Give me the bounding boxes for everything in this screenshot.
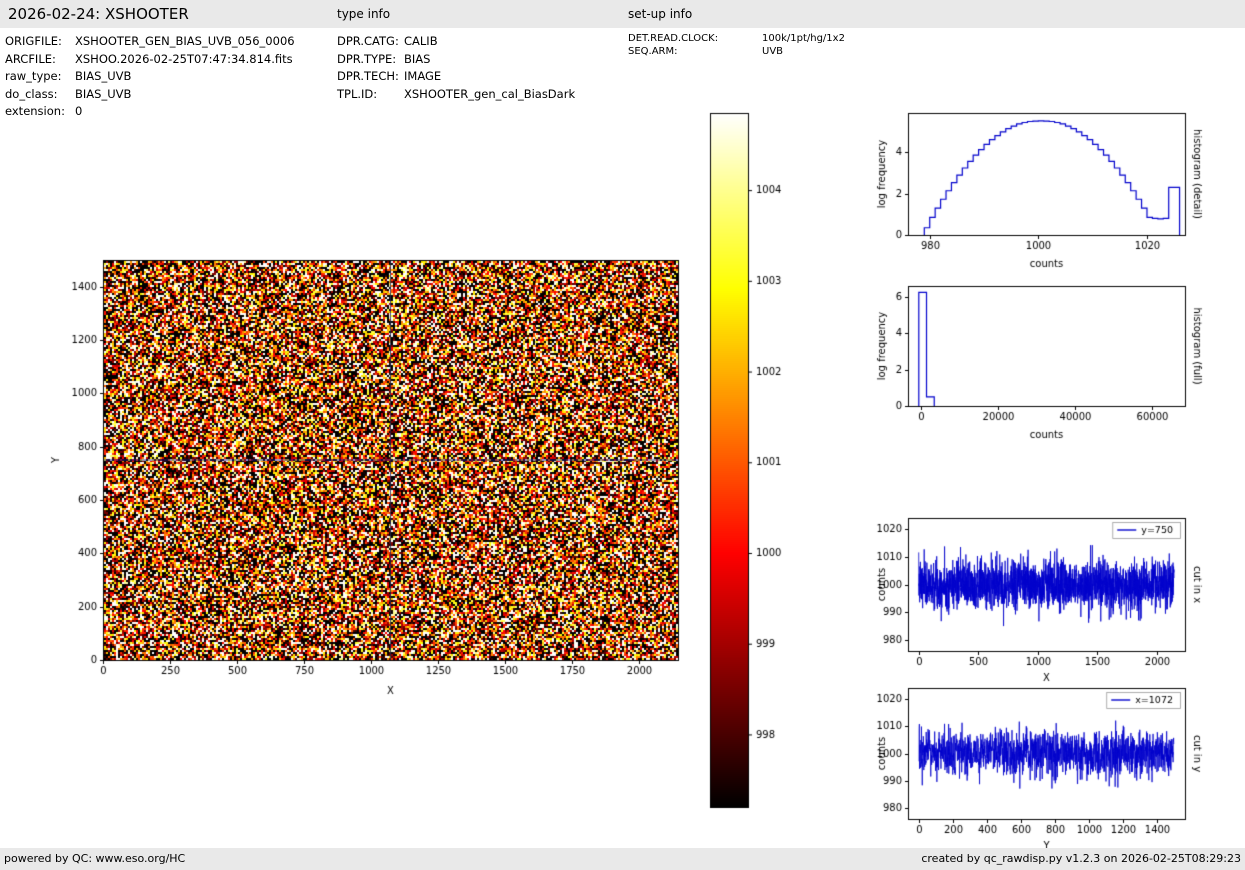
histogram-full-plot xyxy=(875,277,1220,447)
metadata-label: DPR.TYPE: xyxy=(337,51,397,66)
metadata-row: ARCFILE: XSHOO.2026-02-25T07:47:34.814.fi… xyxy=(5,51,295,69)
file-info-list: ORIGFILE: XSHOOTER_GEN_BIAS_UVB_056_0006 A… xyxy=(5,33,295,121)
metadata-label: TPL.ID: xyxy=(337,86,378,101)
metadata-value: UVB xyxy=(762,45,784,57)
metadata-row: DPR.CATG: CALIB xyxy=(337,33,575,51)
footer-created-by: created by qc_rawdisp.py v1.2.3 on 2026-… xyxy=(921,852,1241,865)
metadata-row: SEQ.ARM: UVB xyxy=(628,46,845,59)
metadata-value: 100k/1pt/hg/1x2 xyxy=(762,33,845,44)
colorbar xyxy=(702,105,812,821)
metadata-row: raw_type: BIAS_UVB xyxy=(5,68,295,86)
type-info-heading: type info xyxy=(337,7,391,21)
metadata-row: DPR.TYPE: BIAS xyxy=(337,51,575,69)
metadata-value: 0 xyxy=(75,104,83,118)
type-info-list: DPR.CATG: CALIB DPR.TYPE: BIAS DPR.TECH: IMAG… xyxy=(337,33,575,103)
metadata-label: raw_type: xyxy=(5,69,62,83)
metadata-label: DPR.TECH: xyxy=(337,69,399,83)
metadata-label: do_class: xyxy=(5,86,58,101)
cut-in-x-plot xyxy=(875,506,1220,686)
histogram-detail-plot xyxy=(875,105,1220,275)
metadata-value: XSHOO.2026-02-25T07:47:34.814.fits xyxy=(75,51,293,66)
metadata-row: DPR.TECH: IMAGE xyxy=(337,68,575,86)
header-bar: 2026-02-24: XSHOOTER type info set-up in… xyxy=(0,0,1245,28)
metadata-label: DET.READ.CLOCK: xyxy=(628,33,719,44)
cut-in-y-plot xyxy=(875,676,1220,856)
metadata-label: SEQ.ARM: xyxy=(628,45,678,57)
metadata-label: ARCFILE: xyxy=(5,51,56,66)
metadata-label: ORIGFILE: xyxy=(5,34,62,48)
metadata-value: BIAS_UVB xyxy=(75,86,132,101)
metadata-row: ORIGFILE: XSHOOTER_GEN_BIAS_UVB_056_0006 xyxy=(5,33,295,51)
metadata-value: IMAGE xyxy=(404,69,442,83)
metadata-value: XSHOOTER_gen_cal_BiasDark xyxy=(404,86,576,101)
metadata-label: DPR.CATG: xyxy=(337,34,399,48)
setup-info-list: DET.READ.CLOCK: 100k/1pt/hg/1x2 SEQ.ARM: UV… xyxy=(628,33,845,58)
metadata-row: DET.READ.CLOCK: 100k/1pt/hg/1x2 xyxy=(628,33,845,46)
metadata-row: extension: 0 xyxy=(5,103,295,121)
metadata-value: CALIB xyxy=(404,34,438,48)
metadata-row: TPL.ID: XSHOOTER_gen_cal_BiasDark xyxy=(337,86,575,104)
metadata-label: extension: xyxy=(5,104,65,118)
footer-powered-by: powered by QC: www.eso.org/HC xyxy=(4,852,186,865)
footer-bar: powered by QC: www.eso.org/HC created by… xyxy=(0,848,1245,870)
bias-image-plot xyxy=(40,238,720,710)
page-title: 2026-02-24: XSHOOTER xyxy=(8,5,189,23)
setup-info-heading: set-up info xyxy=(628,7,693,21)
metadata-row: do_class: BIAS_UVB xyxy=(5,86,295,104)
metadata-value: BIAS_UVB xyxy=(75,69,132,83)
metadata-value: BIAS xyxy=(404,51,431,66)
metadata-value: XSHOOTER_GEN_BIAS_UVB_056_0006 xyxy=(75,34,295,48)
